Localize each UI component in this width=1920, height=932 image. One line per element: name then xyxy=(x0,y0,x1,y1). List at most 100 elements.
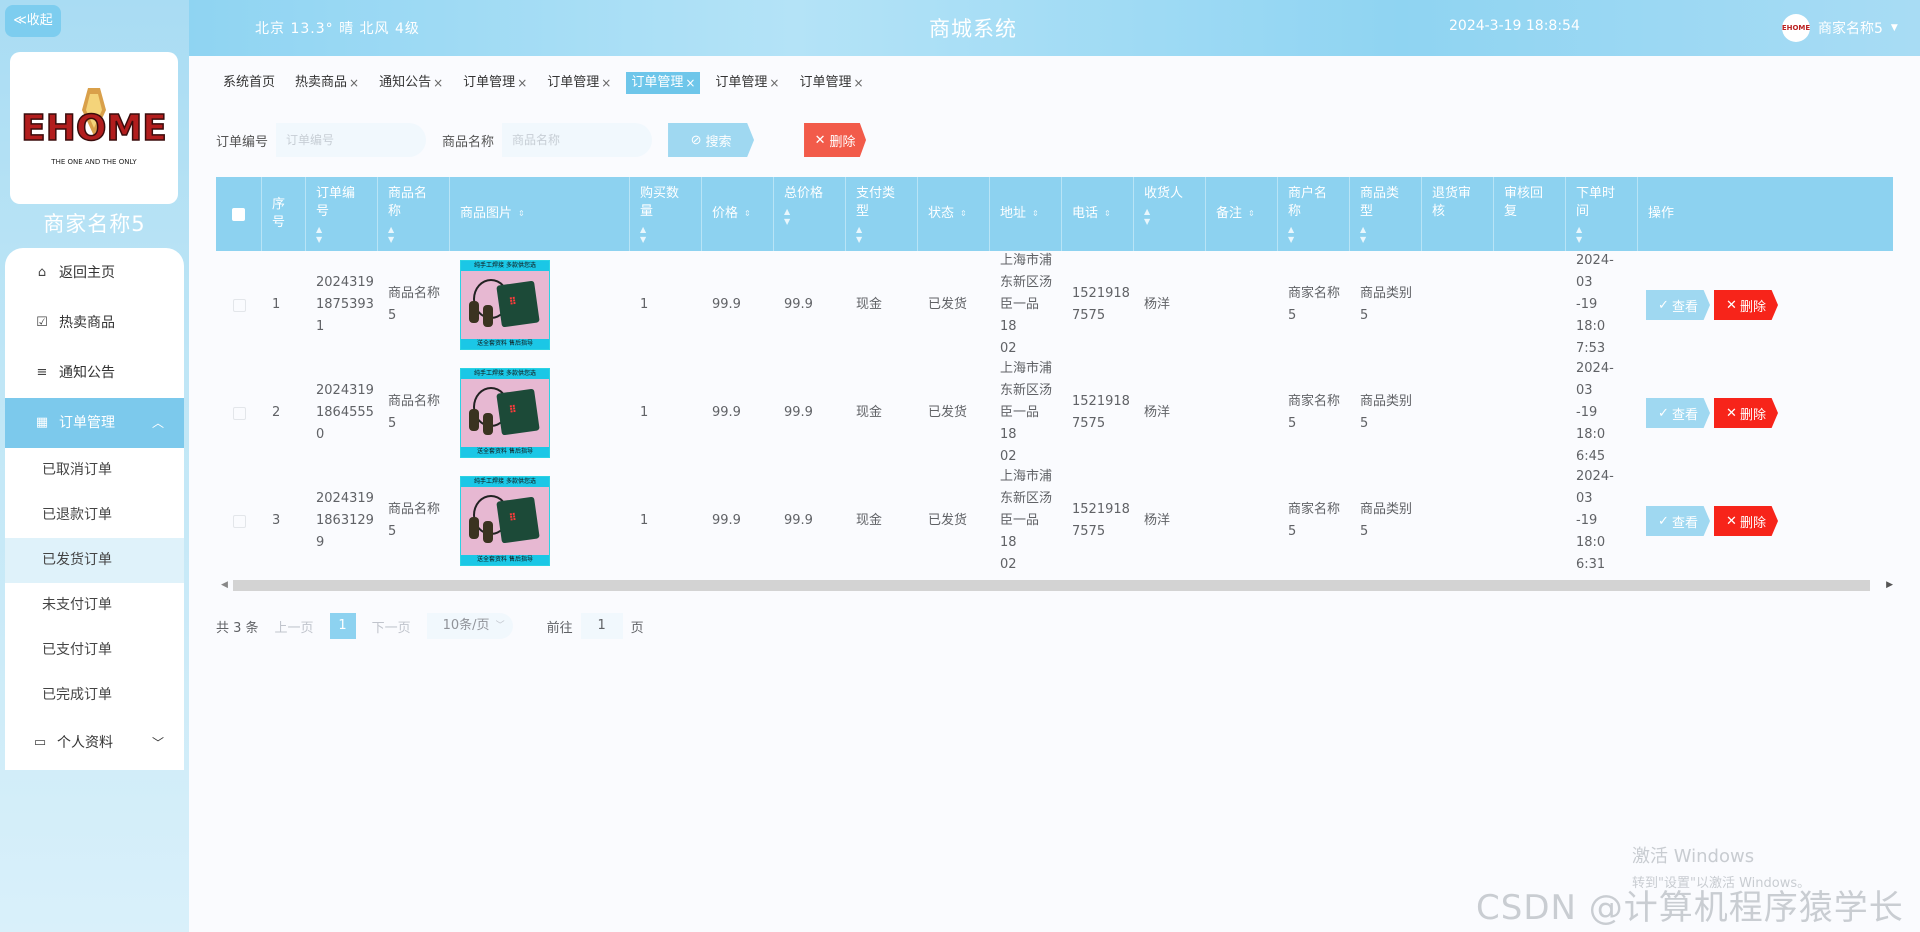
row-checkbox[interactable] xyxy=(232,298,246,312)
scroll-right-icon[interactable]: ▶ xyxy=(1886,580,1893,590)
submenu-refunded-orders[interactable]: 已退款订单 xyxy=(5,493,184,538)
cell-line: 商品名称 xyxy=(388,286,441,301)
page-tabs: 系统首页 热卖商品 × 通知公告 × 订单管理 × 订单管理 × 订单管理 × 订单管理 ×… xyxy=(218,72,879,94)
chevron-down-icon: ﹀ xyxy=(151,736,164,750)
submenu-unpaid-orders[interactable]: 未支付订单 xyxy=(5,583,184,628)
horizontal-scrollbar[interactable]: ◀ ▶ xyxy=(216,579,1893,593)
select-all-checkbox[interactable] xyxy=(232,207,245,221)
row-checkbox[interactable] xyxy=(232,514,246,528)
search-button[interactable]: ⊘ 搜索 xyxy=(668,123,755,157)
sort-icon[interactable]: ▲ ▼ xyxy=(640,225,691,245)
close-icon[interactable]: × xyxy=(349,72,359,94)
sort-icon[interactable]: ⇕ xyxy=(1248,209,1255,219)
sort-icon[interactable]: ⇕ xyxy=(1032,209,1039,219)
view-button[interactable]: ✓ 查看 xyxy=(1646,506,1710,536)
tab-hot-goods[interactable]: 热卖商品 × xyxy=(290,72,364,94)
sort-icon[interactable]: ▲ ▼ xyxy=(784,207,835,227)
batch-delete-button[interactable]: ✕ 删除 xyxy=(804,123,867,157)
submenu-paid-orders[interactable]: 已支付订单 xyxy=(5,628,184,673)
sort-icon[interactable]: ▲ ▼ xyxy=(1288,225,1339,245)
close-icon[interactable]: × xyxy=(769,72,779,94)
col-quantity[interactable]: 购买数量 ▲ ▼ xyxy=(630,177,702,251)
close-icon[interactable]: × xyxy=(685,72,695,94)
col-price[interactable]: 价格 ⇕ xyxy=(702,177,774,251)
collapse-sidebar-button[interactable]: ≪收起 xyxy=(5,5,61,37)
col-remark[interactable]: 备注 ⇕ xyxy=(1206,177,1278,251)
sort-icon[interactable]: ⇕ xyxy=(744,209,751,219)
col-goods-image[interactable]: 商品图片 ⇕ xyxy=(450,177,630,251)
product-image[interactable]: 纯手工焊接 多款供您选 ⠿ 送全套资料 售后指导 xyxy=(460,476,550,566)
close-icon[interactable]: × xyxy=(433,72,443,94)
delete-button[interactable]: ✕ 删除 xyxy=(1714,398,1778,428)
order-no-input[interactable] xyxy=(276,123,427,157)
col-goods-name[interactable]: 商品名称 ▲ ▼ xyxy=(378,177,450,251)
col-total[interactable]: 总价格 ▲ ▼ xyxy=(774,177,846,251)
tab-home[interactable]: 系统首页 xyxy=(218,72,280,94)
sort-icon[interactable]: ▲ ▼ xyxy=(1144,207,1195,227)
close-icon[interactable]: × xyxy=(601,72,611,94)
delete-button[interactable]: ✕ 删除 xyxy=(1714,290,1778,320)
scrollbar-thumb[interactable] xyxy=(233,580,1870,591)
cell-line: 2024-03 xyxy=(1576,253,1614,290)
sidebar-item-hot-goods[interactable]: ☑ 热卖商品 xyxy=(5,298,184,348)
col-receiver[interactable]: 收货人 ▲ ▼ xyxy=(1134,177,1206,251)
col-address[interactable]: 地址 ⇕ xyxy=(990,177,1062,251)
view-button[interactable]: ✓ 查看 xyxy=(1646,290,1710,320)
close-icon: ✕ xyxy=(1726,405,1737,420)
column-header: 总价格 xyxy=(784,186,824,201)
sort-icon[interactable]: ▲ ▼ xyxy=(1360,225,1411,245)
col-merchant[interactable]: 商户名称 ▲ ▼ xyxy=(1278,177,1350,251)
row-checkbox[interactable] xyxy=(232,406,246,420)
tab-order-management[interactable]: 订单管理 × xyxy=(710,72,784,94)
col-goods-type[interactable]: 商品类型 ▲ ▼ xyxy=(1350,177,1422,251)
goods-name-input[interactable] xyxy=(502,123,653,157)
col-status[interactable]: 状态 ⇕ xyxy=(918,177,990,251)
sort-icon[interactable]: ▲ ▼ xyxy=(316,225,367,245)
col-phone[interactable]: 电话 ⇕ xyxy=(1062,177,1134,251)
submenu-shipped-orders[interactable]: 已发货订单 xyxy=(5,538,184,583)
image-sensor-shape xyxy=(469,409,479,431)
tab-notices[interactable]: 通知公告 × xyxy=(374,72,448,94)
tab-order-management[interactable]: 订单管理 × xyxy=(794,72,868,94)
logo-wordmark: EHOME xyxy=(21,108,167,149)
col-order-no[interactable]: 订单编号 ▲ ▼ xyxy=(306,177,378,251)
sort-icon[interactable]: ▲ ▼ xyxy=(856,225,907,245)
sort-icon[interactable]: ⇕ xyxy=(518,209,525,219)
delete-button[interactable]: ✕ 删除 xyxy=(1714,506,1778,536)
sort-icon[interactable]: ▲ ▼ xyxy=(1576,225,1627,245)
col-return-audit[interactable]: 退货审核 xyxy=(1422,177,1494,251)
col-pay-type[interactable]: 支付类型 ▲ ▼ xyxy=(846,177,918,251)
tab-label: 订单管理 xyxy=(547,75,600,90)
prev-page-button[interactable]: 上一页 xyxy=(275,617,314,636)
submenu-completed-orders[interactable]: 已完成订单 xyxy=(5,673,184,718)
sort-icon[interactable]: ⇕ xyxy=(1104,209,1111,219)
tab-label: 订单管理 xyxy=(799,75,852,90)
page-size-select[interactable]: 10条/页 ﹀ xyxy=(426,613,513,639)
cell-address: 上海市浦 东新区汤 臣一品18 02 xyxy=(990,358,1062,468)
sidebar-item-notices[interactable]: ≡ 通知公告 xyxy=(5,348,184,398)
cell-total: 99.9 xyxy=(784,297,813,312)
product-image[interactable]: 纯手工焊接 多款供您选 ⠿ 送全套资料 售后指导 xyxy=(460,368,550,458)
goto-page-input[interactable]: 1 xyxy=(580,613,623,639)
col-order-time[interactable]: 下单时间 ▲ ▼ xyxy=(1566,177,1638,251)
sidebar-item-order-management[interactable]: ▦ 订单管理 ︿ xyxy=(5,398,184,448)
view-button[interactable]: ✓ 查看 xyxy=(1646,398,1710,428)
user-menu[interactable]: EHOME 商家名称5 ▼ xyxy=(1782,14,1898,42)
page-number-current[interactable]: 1 xyxy=(329,613,356,639)
tab-order-management[interactable]: 订单管理 × xyxy=(542,72,616,94)
product-image[interactable]: 纯手工焊接 多款供您选 ⠿ 送全套资料 售后指导 xyxy=(460,260,550,350)
sidebar-item-home[interactable]: ⌂ 返回主页 xyxy=(5,248,184,298)
sort-icon[interactable]: ⇕ xyxy=(960,209,967,219)
next-page-button[interactable]: 下一页 xyxy=(372,617,411,636)
col-audit-reply[interactable]: 审核回复 xyxy=(1494,177,1566,251)
tab-order-management[interactable]: 订单管理 × xyxy=(458,72,532,94)
scroll-left-icon[interactable]: ◀ xyxy=(221,580,228,590)
sidebar-item-profile[interactable]: ▭ 个人资料 ﹀ xyxy=(5,718,184,768)
sort-icon[interactable]: ▲ ▼ xyxy=(388,225,439,245)
close-icon[interactable]: × xyxy=(854,72,864,94)
cell-line: 上海市浦 xyxy=(1000,361,1053,376)
submenu-cancelled-orders[interactable]: 已取消订单 xyxy=(5,448,184,493)
image-caption-top: 纯手工焊接 多款供您选 xyxy=(461,369,549,379)
tab-order-management-active[interactable]: 订单管理 × xyxy=(626,72,701,94)
close-icon[interactable]: × xyxy=(517,72,527,94)
